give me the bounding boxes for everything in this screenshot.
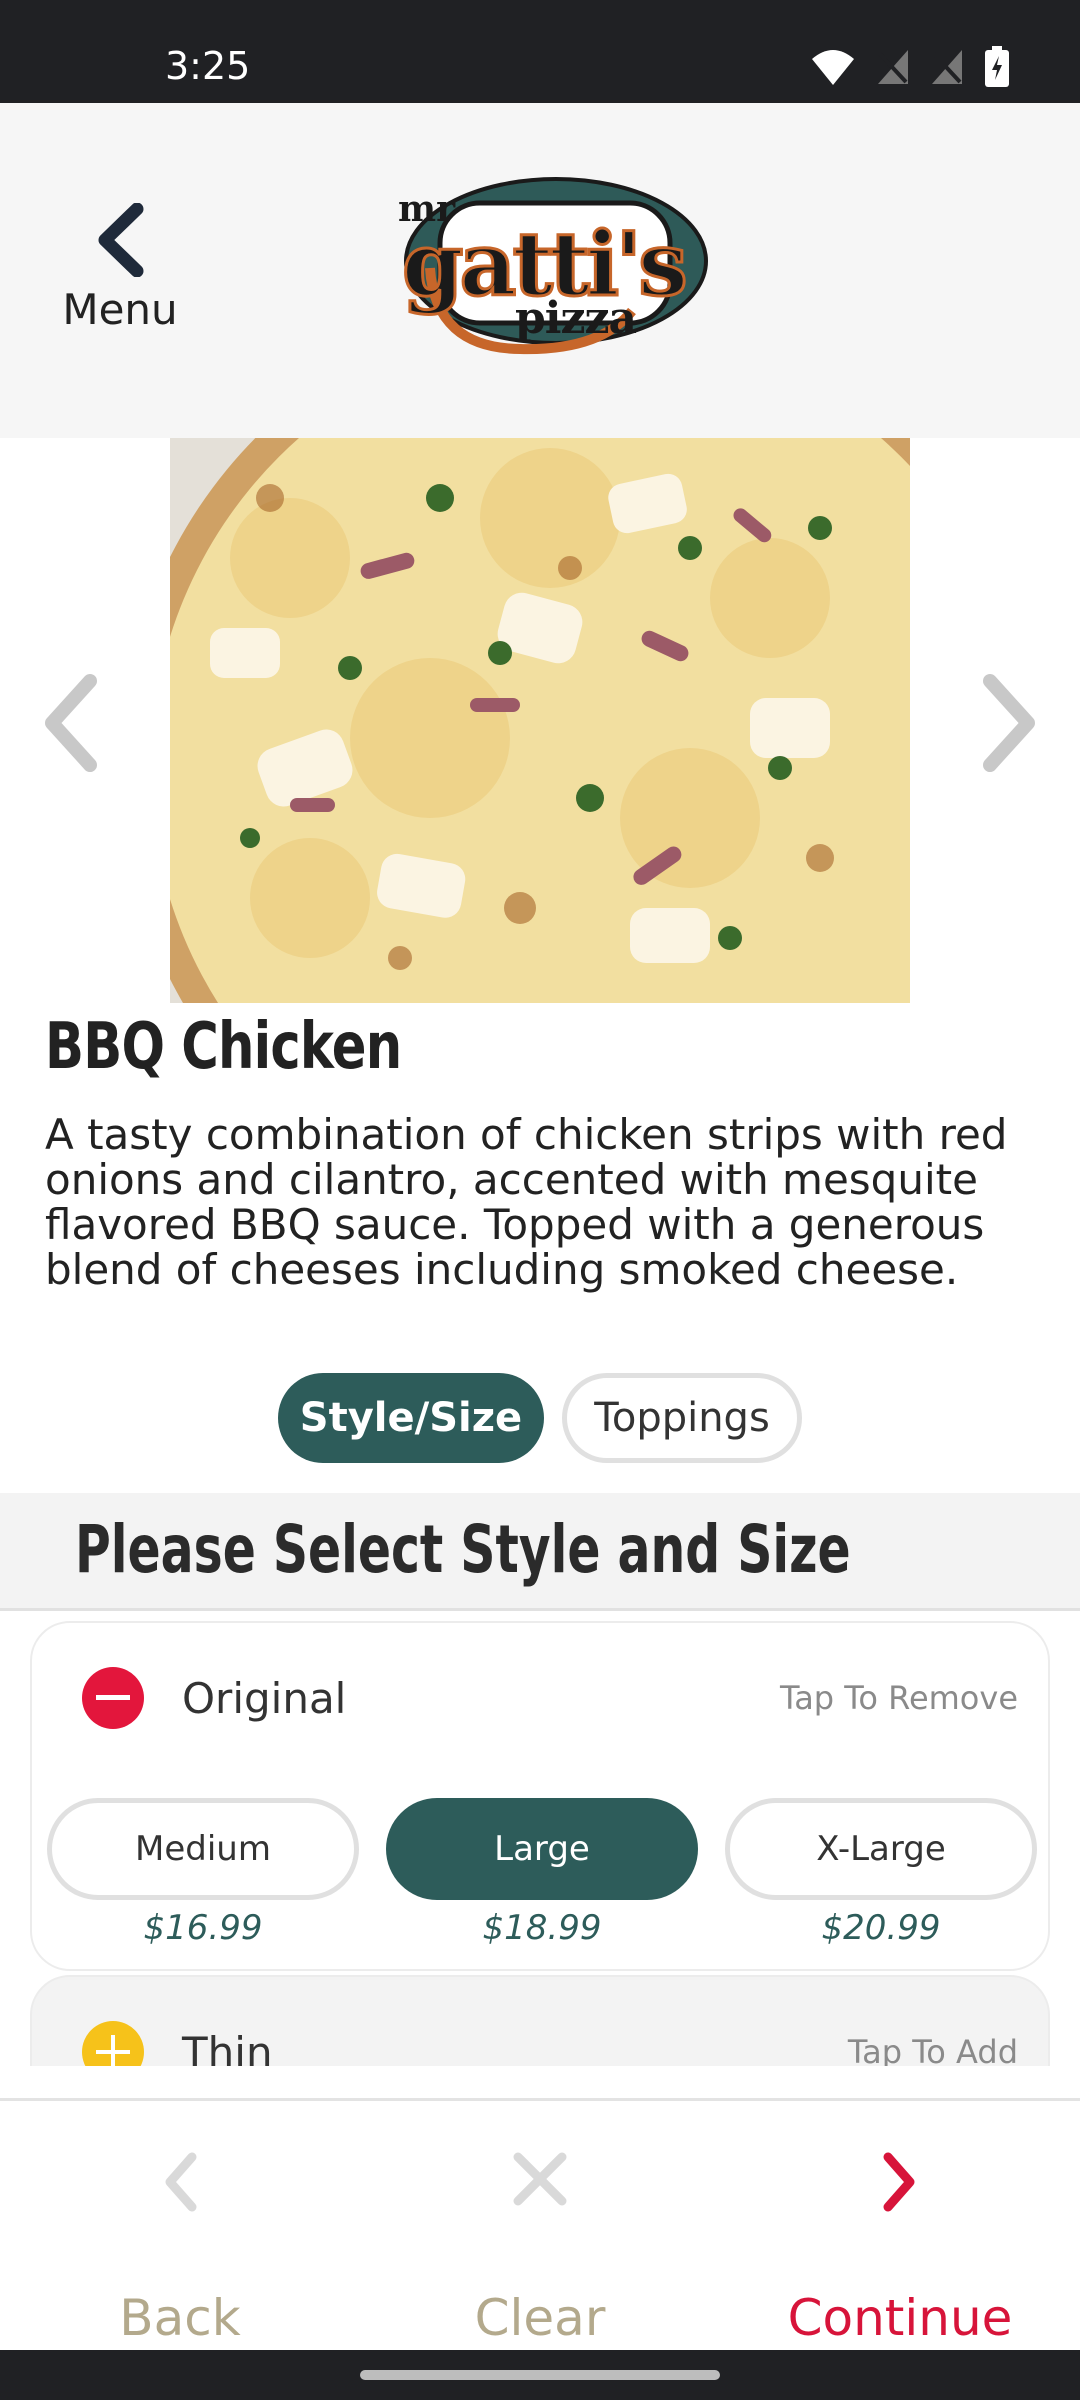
tap-to-remove-label[interactable]: Tap To Remove (780, 1679, 1018, 1717)
style-list: Original Tap To Remove Medium $16.99 Lar… (0, 1611, 1080, 2066)
size-x-large-button[interactable]: X-Large (725, 1798, 1037, 1900)
status-bar: 3:25 (0, 0, 1080, 103)
back-to-menu-button[interactable]: Menu (55, 203, 185, 334)
chevron-left-icon (98, 203, 144, 277)
style-card-original[interactable]: Original Tap To Remove Medium $16.99 Lar… (30, 1621, 1050, 1971)
section-title: Please Select Style and Size (75, 1511, 851, 1588)
size-option-large: Large $18.99 (386, 1798, 698, 1948)
size-medium-button[interactable]: Medium (47, 1798, 359, 1900)
system-navigation-bar (0, 2350, 1080, 2400)
style-card-header: Thin Tap To Add (82, 2017, 1018, 2066)
chevron-right-icon (883, 2152, 915, 2212)
clear-label: Clear (474, 2289, 606, 2347)
next-image-arrow-icon[interactable] (980, 673, 1040, 773)
clear-button[interactable]: Clear (360, 2101, 720, 2353)
item-description: A tasty combination of chicken strips wi… (45, 1110, 1008, 1294)
home-gesture-pill[interactable] (360, 2370, 720, 2380)
signal-off-icon (932, 50, 962, 84)
size-options: Medium $16.99 Large $18.99 X-Large $20.9… (47, 1798, 1037, 1948)
continue-button[interactable]: Continue (720, 2101, 1080, 2353)
status-icons (810, 46, 1010, 88)
battery-charging-icon (985, 46, 1009, 87)
section-header: Please Select Style and Size (0, 1493, 1080, 1611)
status-time: 3:25 (165, 44, 251, 88)
style-card-thin[interactable]: Thin Tap To Add (30, 1975, 1050, 2066)
size-option-x-large: X-Large $20.99 (725, 1798, 1037, 1948)
tab-toppings[interactable]: Toppings (562, 1373, 802, 1463)
close-icon (513, 2152, 567, 2206)
option-tabs: Style/Size Toppings (278, 1373, 802, 1463)
style-card-header: Original Tap To Remove (82, 1663, 1018, 1733)
minus-icon (96, 1695, 130, 1700)
style-label: Thin (182, 2027, 273, 2067)
item-image-carousel (0, 438, 1080, 1003)
back-button[interactable]: Back (0, 2101, 360, 2353)
plus-icon (96, 2035, 130, 2066)
mr-gattis-pizza-logo: mr gatti's pizza (398, 177, 708, 355)
size-price: $20.99 (821, 1908, 941, 1948)
add-style-button[interactable] (82, 2021, 144, 2066)
size-price: $18.99 (482, 1908, 602, 1948)
bottom-action-bar: Back Clear Continue (0, 2098, 1080, 2350)
size-option-medium: Medium $16.99 (47, 1798, 359, 1948)
wifi-icon (812, 50, 854, 85)
chevron-left-icon (165, 2152, 197, 2212)
tab-style-size[interactable]: Style/Size (278, 1373, 544, 1463)
app-header: Menu mr gatti's pizza (0, 103, 1080, 438)
remove-style-button[interactable] (82, 1667, 144, 1729)
tap-to-add-label[interactable]: Tap To Add (848, 2033, 1018, 2066)
style-label: Original (182, 1673, 347, 1723)
size-price: $16.99 (143, 1908, 263, 1948)
back-menu-label: Menu (62, 285, 178, 334)
size-large-button[interactable]: Large (386, 1798, 698, 1900)
item-name: BBQ Chicken (45, 1010, 402, 1084)
pizza-photo (170, 438, 910, 1003)
svg-text:pizza: pizza (515, 293, 636, 344)
signal-off-icon (878, 50, 908, 84)
back-label: Back (119, 2289, 241, 2347)
continue-label: Continue (787, 2289, 1013, 2347)
previous-image-arrow-icon[interactable] (40, 673, 100, 773)
